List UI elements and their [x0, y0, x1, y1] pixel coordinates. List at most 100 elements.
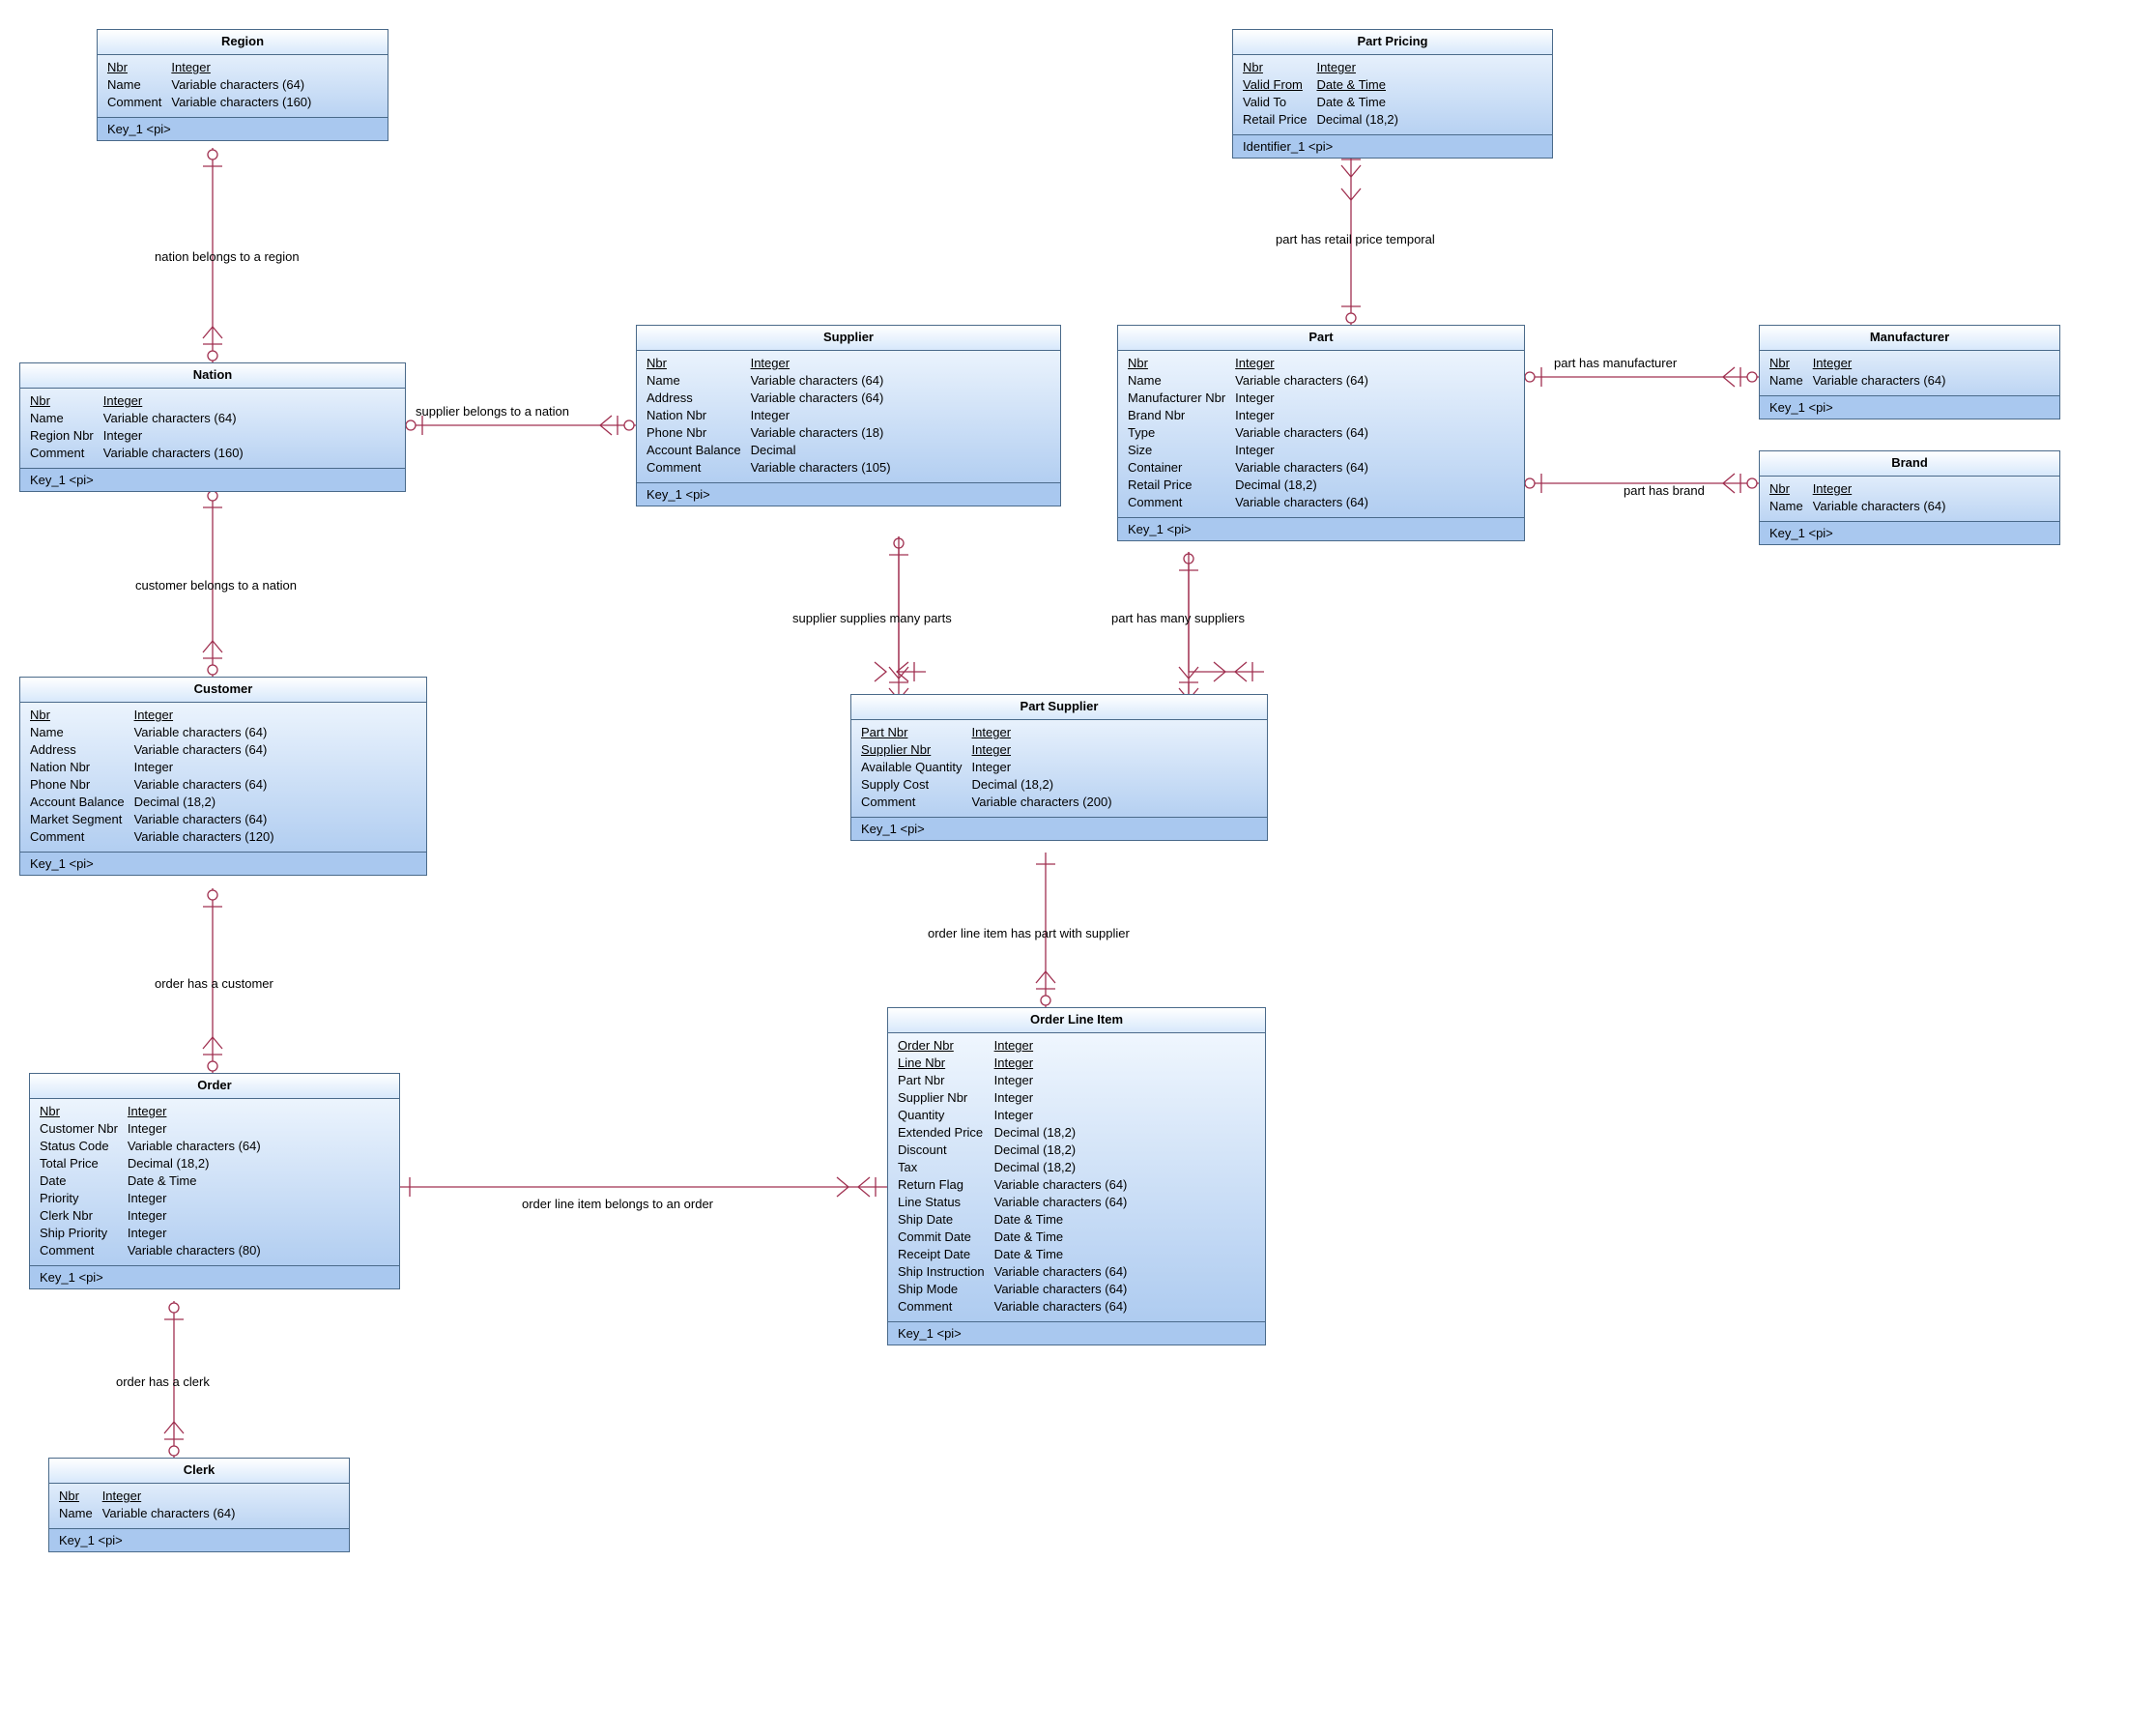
- attr-type: Integer: [994, 1072, 1137, 1089]
- entity-partpricing: Part Pricing NbrIntegerValid FromDate & …: [1232, 29, 1553, 159]
- entity-attrs: NbrIntegerNameVariable characters (64): [49, 1484, 349, 1529]
- attr-type: Decimal (18,2): [1316, 111, 1408, 129]
- attr-type: Date & Time: [994, 1229, 1137, 1246]
- attr-type: Integer: [1316, 59, 1408, 76]
- attr-type: Integer: [103, 427, 253, 445]
- attr-type: Variable characters (64): [994, 1263, 1137, 1281]
- attr-name: Account Balance: [647, 442, 751, 459]
- rel-label: part has retail price temporal: [1276, 232, 1435, 246]
- attr-name: Nbr: [59, 1488, 102, 1505]
- attr-name: Ship Instruction: [898, 1263, 994, 1281]
- entity-orderlineitem: Order Line Item Order NbrIntegerLine Nbr…: [887, 1007, 1266, 1345]
- entity-title: Clerk: [49, 1459, 349, 1484]
- attr-type: Variable characters (64): [751, 390, 901, 407]
- attr-type: Decimal (18,2): [128, 1155, 271, 1172]
- entity-key: Key_1 <pi>: [1760, 522, 2059, 544]
- attr-type: Variable characters (64): [994, 1298, 1137, 1316]
- attr-type: Integer: [128, 1190, 271, 1207]
- attr-name: Nbr: [1769, 355, 1813, 372]
- attr-name: Total Price: [40, 1155, 128, 1172]
- attr-name: Comment: [40, 1242, 128, 1259]
- attr-type: Integer: [972, 759, 1122, 776]
- attr-name: Valid To: [1243, 94, 1316, 111]
- attr-type: Integer: [134, 759, 284, 776]
- attr-type: Decimal (18,2): [972, 776, 1122, 794]
- attr-name: Nbr: [107, 59, 171, 76]
- attr-name: Address: [647, 390, 751, 407]
- attr-type: Variable characters (80): [128, 1242, 271, 1259]
- attr-type: Integer: [751, 355, 901, 372]
- attr-type: Variable characters (64): [994, 1281, 1137, 1298]
- attr-name: Commit Date: [898, 1229, 994, 1246]
- attr-type: Date & Time: [1316, 94, 1408, 111]
- entity-attrs: NbrIntegerNameVariable characters (64)Co…: [98, 55, 388, 118]
- entity-title: Nation: [20, 363, 405, 389]
- entity-key: Key_1 <pi>: [637, 483, 1060, 506]
- attr-type: Integer: [103, 392, 253, 410]
- attr-name: Available Quantity: [861, 759, 972, 776]
- er-diagram-canvas: Region NbrIntegerNameVariable characters…: [0, 0, 2156, 1735]
- attr-type: Variable characters (160): [171, 94, 321, 111]
- attr-name: Ship Priority: [40, 1225, 128, 1242]
- rel-label: part has many suppliers: [1111, 611, 1245, 625]
- attr-name: Status Code: [40, 1138, 128, 1155]
- attr-type: Integer: [1813, 355, 1956, 372]
- entity-title: Part: [1118, 326, 1524, 351]
- attr-name: Nbr: [1243, 59, 1316, 76]
- rel-label: supplier supplies many parts: [792, 611, 952, 625]
- attr-name: Nation Nbr: [647, 407, 751, 424]
- attr-name: Comment: [30, 445, 103, 462]
- entity-key: Key_1 <pi>: [20, 853, 426, 875]
- entity-title: Part Pricing: [1233, 30, 1552, 55]
- attr-name: Return Flag: [898, 1176, 994, 1194]
- attr-type: Integer: [134, 707, 284, 724]
- entity-brand: Brand NbrIntegerNameVariable characters …: [1759, 450, 2060, 545]
- entity-attrs: Part NbrIntegerSupplier NbrIntegerAvaila…: [851, 720, 1267, 818]
- attr-name: Part Nbr: [861, 724, 972, 741]
- attr-name: Comment: [30, 828, 134, 846]
- attr-type: Variable characters (64): [1235, 424, 1378, 442]
- attr-name: Name: [59, 1505, 102, 1522]
- attr-name: Supplier Nbr: [861, 741, 972, 759]
- rel-label: order line item belongs to an order: [522, 1197, 713, 1211]
- attr-name: Name: [107, 76, 171, 94]
- attr-type: Variable characters (160): [103, 445, 253, 462]
- entity-customer: Customer NbrIntegerNameVariable characte…: [19, 677, 427, 876]
- attr-name: Supplier Nbr: [898, 1089, 994, 1107]
- entity-key: Key_1 <pi>: [1760, 396, 2059, 419]
- attr-type: Variable characters (64): [1813, 498, 1956, 515]
- attr-name: Name: [1128, 372, 1235, 390]
- attr-type: Variable characters (200): [972, 794, 1122, 811]
- attr-name: Nbr: [1128, 355, 1235, 372]
- entity-attrs: NbrIntegerNameVariable characters (64)Ma…: [1118, 351, 1524, 518]
- attr-name: Extended Price: [898, 1124, 994, 1142]
- attr-type: Integer: [128, 1103, 271, 1120]
- entity-key: Key_1 <pi>: [1118, 518, 1524, 540]
- attr-name: Nbr: [30, 707, 134, 724]
- attr-type: Date & Time: [128, 1172, 271, 1190]
- attr-type: Decimal (18,2): [994, 1124, 1137, 1142]
- attr-type: Variable characters (64): [1235, 459, 1378, 477]
- attr-type: Integer: [994, 1089, 1137, 1107]
- attr-type: Integer: [994, 1055, 1137, 1072]
- attr-type: Integer: [972, 724, 1122, 741]
- entity-attrs: NbrIntegerNameVariable characters (64)Ad…: [637, 351, 1060, 483]
- entity-title: Order: [30, 1074, 399, 1099]
- entity-title: Manufacturer: [1760, 326, 2059, 351]
- attr-type: Integer: [128, 1207, 271, 1225]
- attr-type: Date & Time: [994, 1211, 1137, 1229]
- attr-name: Comment: [861, 794, 972, 811]
- rel-label: part has brand: [1624, 483, 1705, 498]
- entity-key: Identifier_1 <pi>: [1233, 135, 1552, 158]
- attr-type: Variable characters (64): [171, 76, 321, 94]
- entity-title: Brand: [1760, 451, 2059, 477]
- entity-key: Key_1 <pi>: [98, 118, 388, 140]
- attr-name: Receipt Date: [898, 1246, 994, 1263]
- attr-name: Comment: [898, 1298, 994, 1316]
- attr-type: Decimal (18,2): [994, 1159, 1137, 1176]
- attr-name: Size: [1128, 442, 1235, 459]
- attr-type: Integer: [1235, 442, 1378, 459]
- attr-type: Integer: [1813, 480, 1956, 498]
- entity-key: Key_1 <pi>: [30, 1266, 399, 1288]
- rel-label: supplier belongs to a nation: [416, 404, 569, 419]
